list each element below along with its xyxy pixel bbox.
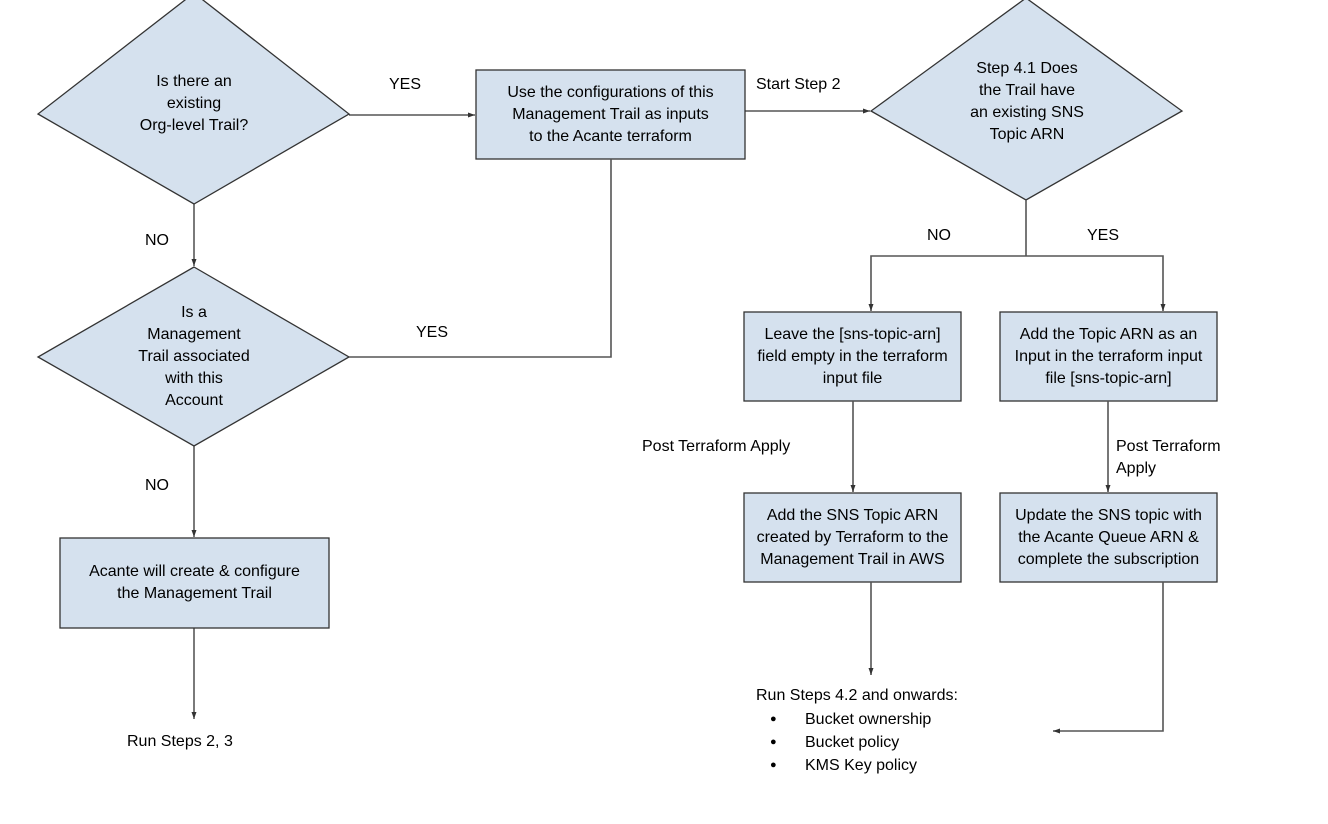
decision-org-trail-text: Is there an existing Org-level Trail?	[139, 73, 249, 134]
connector-mgmt-yes	[349, 159, 612, 358]
edge-label-sns-yes: YES	[1087, 227, 1120, 244]
edge-label-mgmt-no: NO	[145, 477, 169, 494]
connector-update-to-run-steps	[1053, 582, 1164, 734]
process-add-topic-input-text: Add the Topic ARN as an Input in the ter…	[1014, 325, 1203, 387]
edge-label-start-step2: Start Step 2	[756, 76, 841, 93]
terminal-run-steps-right-heading: Run Steps 4.2 and onwards:	[756, 687, 958, 704]
edge-label-org-no: NO	[145, 232, 169, 249]
terminal-run-steps-right-list: Bucket ownership Bucket policy KMS Key p…	[755, 708, 931, 777]
process-acante-create-text: Acante will create & configure the Manag…	[89, 563, 300, 602]
decision-sns-topic-text: Step 4.1 Does the Trail have an existing…	[970, 60, 1084, 143]
process-leave-empty-text: Leave the [sns-topic-arn] field empty in…	[757, 325, 948, 387]
edge-label-sns-no: NO	[927, 227, 951, 244]
process-update-sns-text: Update the SNS topic with the Acante Que…	[1015, 506, 1202, 568]
terminal-run-steps-left: Run Steps 2, 3	[127, 733, 233, 750]
connector-sns-no	[868, 255, 1026, 311]
decision-mgmt-trail-text: Is a Management Trail associated with th…	[138, 304, 250, 409]
edge-label-post-apply-left: Post Terraform Apply	[642, 438, 791, 455]
list-item: Bucket policy	[755, 731, 931, 754]
list-item: Bucket ownership	[755, 708, 931, 731]
edge-label-mgmt-yes: YES	[416, 324, 449, 341]
edge-label-org-yes: YES	[389, 76, 422, 93]
process-use-config-text: Use the configurations of this Managemen…	[507, 83, 714, 145]
process-add-sns-to-trail-text: Add the SNS Topic ARN created by Terrafo…	[756, 506, 949, 568]
connector-sns-yes	[1026, 255, 1166, 311]
edge-label-post-apply-right: Post Terraform Apply	[1116, 438, 1221, 477]
list-item: KMS Key policy	[755, 754, 931, 777]
